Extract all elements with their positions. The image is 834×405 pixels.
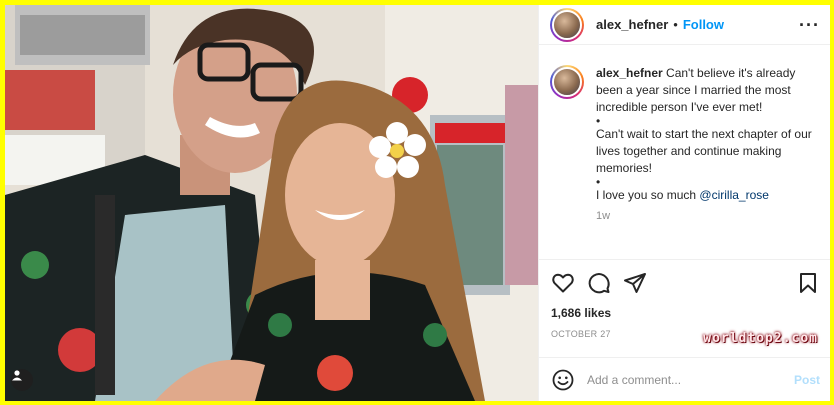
post-header: alex_hefner • Follow ··· <box>539 5 830 45</box>
post-photo[interactable] <box>5 5 538 401</box>
tagged-user-icon[interactable] <box>11 369 33 391</box>
person-icon <box>12 370 22 381</box>
watermark-logo: worldtop2.com <box>703 331 818 346</box>
caption-line-2: Can't wait to start the next chapter of … <box>596 127 812 175</box>
caption-line-3: I love you so much <box>596 188 700 202</box>
avatar[interactable] <box>550 7 584 42</box>
caption-section: alex_hefner Can't believe it's already b… <box>539 45 830 259</box>
instagram-post: alex_hefner • Follow ··· alex_hefner Can… <box>5 5 830 401</box>
caption-timestamp: 1w <box>596 210 611 222</box>
heart-icon[interactable] <box>551 271 575 295</box>
share-icon[interactable] <box>623 271 647 295</box>
mention-link[interactable]: @cirilla_rose <box>699 188 769 202</box>
header-username[interactable]: alex_hefner <box>596 17 668 32</box>
caption-bullet-2: • <box>596 175 601 189</box>
header-separator: • <box>673 17 678 32</box>
yellow-frame: alex_hefner • Follow ··· alex_hefner Can… <box>0 0 834 405</box>
post-side-panel: alex_hefner • Follow ··· alex_hefner Can… <box>538 5 830 401</box>
more-options-icon[interactable]: ··· <box>799 16 820 34</box>
couple-selfie-image <box>5 5 538 401</box>
comment-input[interactable] <box>587 372 794 387</box>
bookmark-icon[interactable] <box>796 271 820 295</box>
caption-username[interactable]: alex_hefner <box>596 66 663 80</box>
comment-icon[interactable] <box>587 271 611 295</box>
likes-count[interactable]: 1,686 likes <box>551 306 820 320</box>
post-comment-button[interactable]: Post <box>794 373 820 387</box>
comment-bar: Post <box>539 357 830 401</box>
caption-avatar[interactable] <box>550 65 584 99</box>
caption-bullet-1: • <box>596 114 601 128</box>
caption-text: alex_hefner Can't believe it's already b… <box>596 65 818 225</box>
emoji-icon[interactable] <box>551 368 575 392</box>
follow-button[interactable]: Follow <box>683 17 724 32</box>
